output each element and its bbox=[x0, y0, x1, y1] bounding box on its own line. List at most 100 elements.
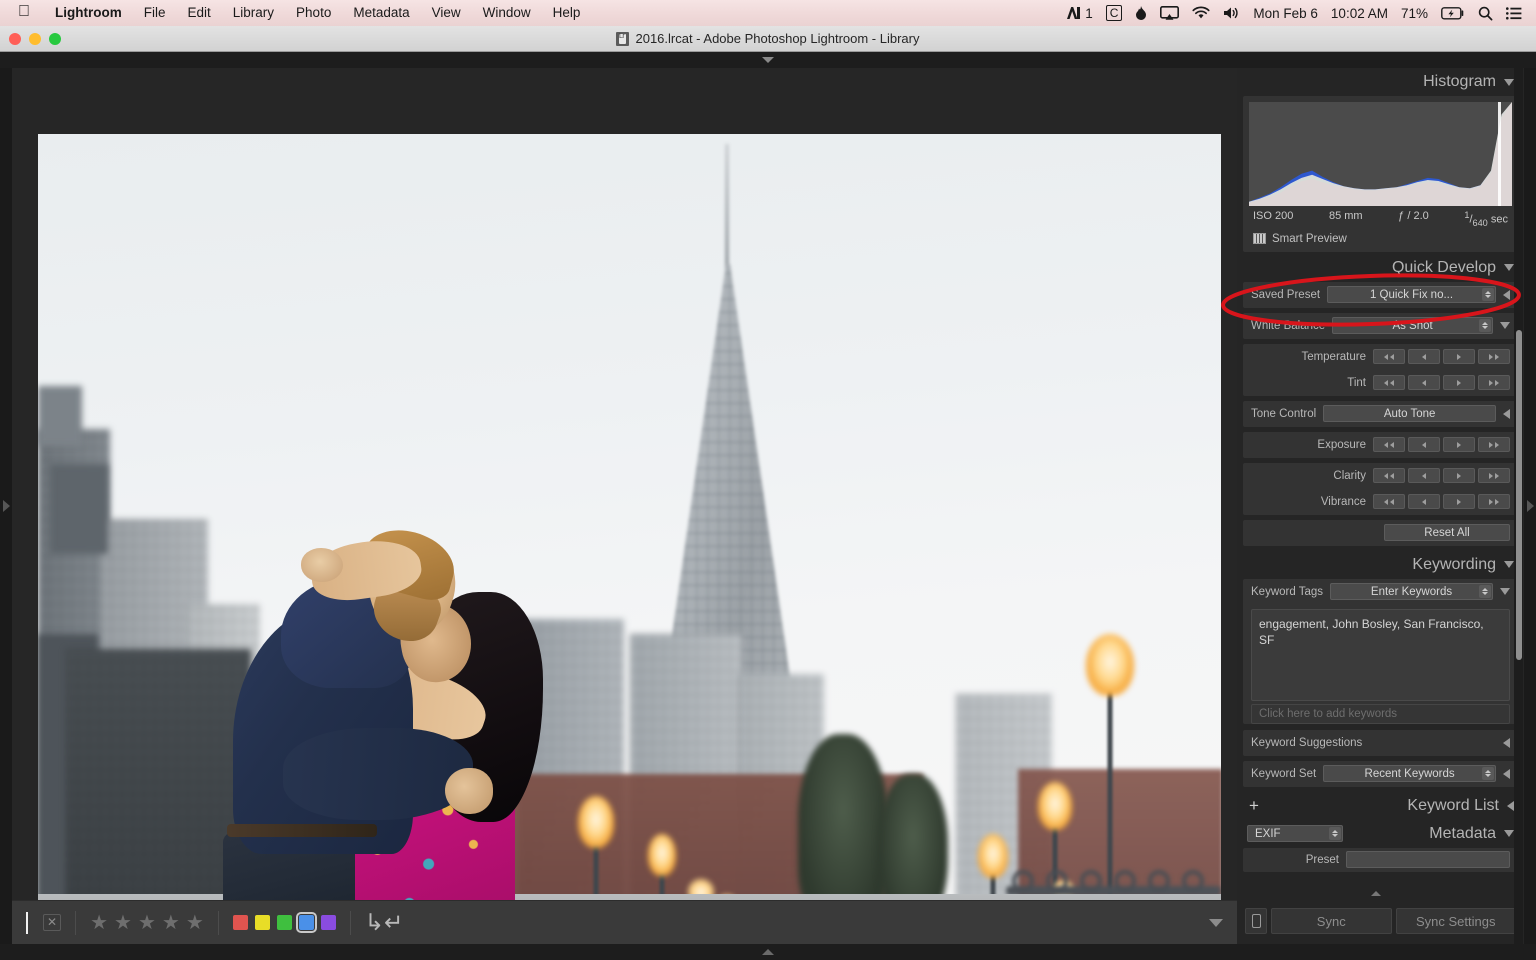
chevron-down-icon[interactable] bbox=[1504, 561, 1514, 569]
clarity-decrease-large[interactable] bbox=[1373, 468, 1405, 484]
chevron-left-icon[interactable] bbox=[1507, 800, 1514, 811]
smart-preview-status[interactable]: Smart Preview bbox=[1249, 230, 1512, 247]
keyword-tags-dropdown[interactable]: Enter Keywords bbox=[1330, 583, 1493, 601]
histogram-panel-header[interactable]: Histogram bbox=[1237, 68, 1524, 96]
temperature-steppers[interactable] bbox=[1373, 349, 1510, 365]
menu-item-edit[interactable]: Edit bbox=[177, 0, 222, 26]
exposure-decrease-small[interactable] bbox=[1408, 437, 1440, 453]
volume-icon[interactable] bbox=[1223, 6, 1240, 20]
stepper-icon[interactable] bbox=[1482, 288, 1494, 302]
menu-item-metadata[interactable]: Metadata bbox=[342, 0, 420, 26]
menu-item-file[interactable]: File bbox=[133, 0, 177, 26]
battery-percentage[interactable]: 71% bbox=[1401, 6, 1428, 21]
chevron-right-icon[interactable] bbox=[1526, 500, 1534, 512]
temperature-increase-large[interactable] bbox=[1478, 349, 1510, 365]
reset-all-button[interactable]: Reset All bbox=[1384, 524, 1510, 542]
photo-preview[interactable] bbox=[38, 134, 1221, 926]
right-panel-collapse-handle[interactable] bbox=[1237, 889, 1515, 898]
chevron-down-icon[interactable] bbox=[1504, 78, 1514, 86]
star-1[interactable]: ★ bbox=[90, 913, 108, 933]
stepper-icon[interactable] bbox=[1482, 767, 1494, 781]
right-panel-scrollbar-track[interactable] bbox=[1514, 68, 1523, 944]
menu-item-photo[interactable]: Photo bbox=[285, 0, 342, 26]
star-3[interactable]: ★ bbox=[138, 913, 156, 933]
flag-pick-icon[interactable] bbox=[26, 911, 43, 934]
rating-stars[interactable]: ★ ★ ★ ★ ★ bbox=[90, 913, 204, 933]
vibrance-increase-large[interactable] bbox=[1478, 494, 1510, 510]
menu-item-window[interactable]: Window bbox=[472, 0, 542, 26]
minimize-window-button[interactable] bbox=[29, 33, 41, 45]
star-4[interactable]: ★ bbox=[162, 913, 180, 933]
right-panel-collapse-strip[interactable] bbox=[1524, 68, 1536, 944]
chevron-down-icon[interactable] bbox=[1209, 918, 1223, 927]
auto-tone-button[interactable]: Auto Tone bbox=[1323, 405, 1496, 423]
add-keywords-input[interactable]: Click here to add keywords bbox=[1251, 703, 1510, 724]
rotate-clockwise-icon[interactable]: ↳ bbox=[365, 911, 384, 934]
menu-bar-date[interactable]: Mon Feb 6 bbox=[1253, 6, 1318, 21]
tint-steppers[interactable] bbox=[1373, 375, 1510, 391]
metadata-preset-dropdown[interactable]: EXIF bbox=[1247, 825, 1343, 843]
clarity-increase-small[interactable] bbox=[1443, 468, 1475, 484]
copy-badge-icon[interactable]: C bbox=[1105, 5, 1123, 21]
clarity-increase-large[interactable] bbox=[1478, 468, 1510, 484]
vibrance-decrease-small[interactable] bbox=[1408, 494, 1440, 510]
exposure-increase-small[interactable] bbox=[1443, 437, 1475, 453]
add-keyword-icon[interactable]: + bbox=[1249, 797, 1259, 814]
chevron-down-icon[interactable] bbox=[1504, 264, 1514, 272]
vibrance-decrease-large[interactable] bbox=[1373, 494, 1405, 510]
loupe-view-area[interactable] bbox=[12, 68, 1237, 944]
color-label-blue[interactable] bbox=[295, 912, 317, 933]
temperature-decrease-small[interactable] bbox=[1408, 349, 1440, 365]
battery-charging-icon[interactable] bbox=[1441, 6, 1465, 20]
stepper-icon[interactable] bbox=[1329, 827, 1341, 841]
chevron-left-icon[interactable] bbox=[1503, 408, 1510, 419]
keyword-suggestions-row[interactable]: Keyword Suggestions bbox=[1243, 730, 1518, 756]
color-label-purple[interactable] bbox=[320, 915, 336, 930]
menu-item-view[interactable]: View bbox=[421, 0, 472, 26]
sync-button[interactable]: Sync bbox=[1271, 908, 1392, 934]
flag-reject-icon[interactable]: ✕ bbox=[43, 914, 62, 931]
keyword-set-dropdown[interactable]: Recent Keywords bbox=[1323, 765, 1496, 783]
chevron-left-icon[interactable] bbox=[1503, 768, 1510, 779]
library-toolbar[interactable]: ✕ ★ ★ ★ ★ ★ ↳ ↵ bbox=[12, 900, 1237, 944]
color-label-green[interactable] bbox=[276, 915, 292, 930]
flame-icon[interactable] bbox=[1135, 5, 1147, 21]
rotate-counterclockwise-icon[interactable]: ↵ bbox=[384, 911, 403, 934]
stepper-icon[interactable] bbox=[1479, 585, 1491, 599]
chevron-down-icon[interactable] bbox=[1504, 830, 1514, 838]
adobe-creative-cloud-icon[interactable] bbox=[1066, 6, 1081, 20]
color-label-yellow[interactable] bbox=[254, 915, 270, 930]
chevron-up-icon[interactable] bbox=[1371, 891, 1381, 896]
star-5[interactable]: ★ bbox=[186, 913, 204, 933]
menu-item-lightroom[interactable]: Lightroom bbox=[44, 0, 133, 26]
tint-increase-small[interactable] bbox=[1443, 375, 1475, 391]
keywording-panel-header[interactable]: Keywording bbox=[1237, 550, 1524, 579]
tint-decrease-small[interactable] bbox=[1408, 375, 1440, 391]
vibrance-steppers[interactable] bbox=[1373, 494, 1510, 510]
chevron-right-icon[interactable] bbox=[2, 500, 10, 512]
right-panel-scrollbar-thumb[interactable] bbox=[1515, 330, 1522, 660]
clarity-decrease-small[interactable] bbox=[1408, 468, 1440, 484]
quick-develop-panel-header[interactable]: Quick Develop bbox=[1237, 253, 1524, 282]
metadata-row-dropdown[interactable] bbox=[1346, 851, 1510, 869]
exposure-decrease-large[interactable] bbox=[1373, 437, 1405, 453]
sync-settings-button[interactable]: Sync Settings bbox=[1395, 908, 1516, 934]
chevron-left-icon[interactable] bbox=[1503, 737, 1510, 748]
exposure-steppers[interactable] bbox=[1373, 437, 1510, 453]
tint-decrease-large[interactable] bbox=[1373, 375, 1405, 391]
left-panel-collapse-strip[interactable] bbox=[0, 68, 12, 944]
menu-item-help[interactable]: Help bbox=[542, 0, 592, 26]
metadata-panel-header[interactable]: EXIF Metadata bbox=[1237, 819, 1524, 848]
saved-preset-dropdown[interactable]: 1 Quick Fix no... bbox=[1327, 286, 1496, 304]
keywords-textarea[interactable]: engagement, John Bosley, San Francisco, … bbox=[1251, 608, 1510, 701]
mobile-device-icon[interactable] bbox=[1245, 908, 1267, 934]
filmstrip-collapse-bar[interactable] bbox=[0, 944, 1536, 960]
menu-bar-clock[interactable]: 10:02 AM bbox=[1331, 6, 1388, 21]
chevron-up-icon[interactable] bbox=[762, 949, 774, 955]
maximize-window-button[interactable] bbox=[49, 33, 61, 45]
histogram-chart[interactable] bbox=[1249, 102, 1512, 206]
histogram-panel[interactable]: ISO 200 85 mm ƒ / 2.0 1/640 sec Smart Pr… bbox=[1243, 96, 1518, 252]
chevron-left-icon[interactable] bbox=[1503, 289, 1510, 300]
temperature-decrease-large[interactable] bbox=[1373, 349, 1405, 365]
stepper-icon[interactable] bbox=[1479, 319, 1491, 333]
